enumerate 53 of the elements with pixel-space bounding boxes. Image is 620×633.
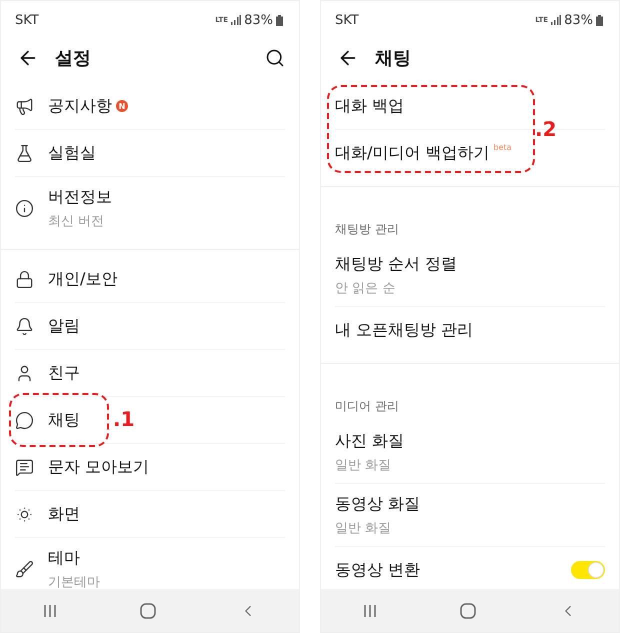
- annotation-label: .2: [535, 117, 557, 141]
- signal-icon: [551, 15, 562, 25]
- recent-apps-icon[interactable]: [42, 604, 57, 618]
- new-badge: N: [116, 100, 128, 112]
- search-button[interactable]: [265, 48, 285, 68]
- message-icon: [15, 458, 34, 476]
- item-subtitle: 일반 화질: [335, 456, 392, 474]
- home-icon[interactable]: [140, 602, 156, 618]
- home-icon[interactable]: [460, 602, 476, 618]
- item-subtitle: 기본테마: [48, 574, 101, 589]
- speech-bubble-icon: [15, 410, 34, 430]
- battery-percent: 83%: [244, 12, 273, 28]
- menu-item[interactable]: 버전정보: [48, 186, 112, 208]
- brush-icon: [15, 560, 34, 578]
- signal-icon: [231, 15, 242, 25]
- info-icon: [15, 198, 34, 218]
- battery-icon: [596, 14, 603, 26]
- menu-item[interactable]: 내 오픈채팅방 관리: [335, 320, 474, 340]
- recent-apps-icon[interactable]: [362, 604, 377, 618]
- item-subtitle: 안 읽은 순: [335, 280, 396, 296]
- item-subtitle: 일반 화질: [335, 520, 392, 536]
- menu-item[interactable]: 사진 화질: [335, 430, 404, 452]
- menu-item[interactable]: 채팅: [48, 410, 80, 430]
- screen-title: 채팅: [375, 47, 412, 70]
- menu-item[interactable]: 동영상 화질: [335, 494, 420, 514]
- carrier-name: SKT: [335, 12, 359, 28]
- battery-icon: [276, 14, 283, 26]
- menu-item[interactable]: 대화 백업: [335, 96, 404, 116]
- carrier-name: SKT: [15, 12, 39, 28]
- menu-item[interactable]: 알림: [48, 316, 80, 336]
- menu-item[interactable]: 개인/보안: [48, 268, 118, 290]
- annotation-label: .1: [113, 407, 135, 431]
- menu-item[interactable]: 채팅방 순서 정렬: [335, 254, 458, 274]
- menu-item[interactable]: 친구: [48, 362, 80, 384]
- lock-icon: [15, 270, 34, 288]
- section-label: 채팅방 관리: [334, 221, 400, 238]
- menu-item[interactable]: 화면: [48, 504, 80, 524]
- megaphone-icon: [15, 96, 34, 116]
- menu-item[interactable]: 동영상 변환: [335, 560, 420, 580]
- sun-icon: [15, 504, 34, 524]
- menu-item[interactable]: 문자 모아보기: [48, 456, 150, 478]
- flask-icon: [15, 144, 34, 162]
- section-label: 미디어 관리: [334, 398, 400, 415]
- screen-title: 설정: [55, 47, 92, 70]
- bell-icon: [15, 316, 34, 336]
- menu-item[interactable]: 대화/미디어 백업하기: [335, 142, 490, 164]
- battery-percent: 83%: [564, 12, 593, 28]
- menu-item[interactable]: 실험실: [48, 142, 96, 164]
- menu-item[interactable]: 테마: [48, 548, 80, 568]
- item-subtitle: 최신 버전: [48, 212, 106, 230]
- beta-tag: beta: [493, 142, 512, 152]
- menu-item[interactable]: 공지사항: [48, 96, 112, 116]
- toggle-switch[interactable]: [571, 561, 605, 579]
